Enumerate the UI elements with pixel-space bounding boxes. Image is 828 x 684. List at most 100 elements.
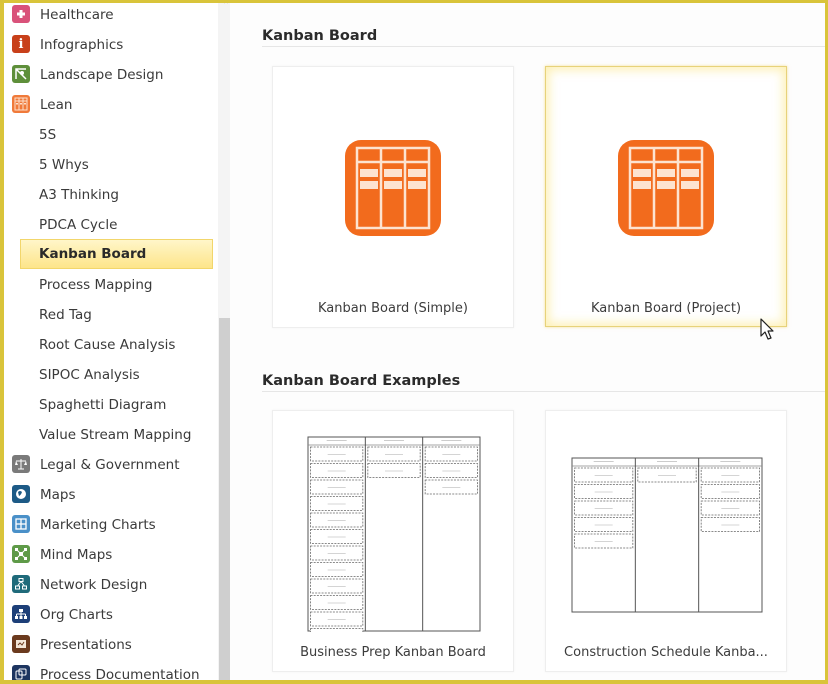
card-caption: Construction Schedule Kanba... — [564, 645, 768, 660]
sidebar-item-kanban-board[interactable]: Kanban Board — [20, 239, 213, 269]
mouse-cursor-icon — [760, 318, 774, 340]
process-documentation-icon — [12, 665, 30, 683]
task-card-label — [327, 503, 346, 505]
sidebar-item-label: A3 Thinking — [39, 187, 119, 203]
task-card-label — [327, 553, 346, 554]
template-category-sidebar: Healthcare i Infographics Landscape Desi… — [4, 0, 230, 684]
sidebar-item-label: Infographics — [40, 37, 124, 53]
task-card-label — [594, 491, 613, 493]
sidebar-item-label: Healthcare — [40, 7, 114, 23]
card-caption: Kanban Board (Simple) — [318, 301, 468, 316]
scroll-up-arrow-icon[interactable]: ⌃ — [218, 0, 230, 14]
task-card-label — [721, 524, 740, 526]
sidebar-item-mind-maps[interactable]: Mind Maps — [4, 540, 214, 570]
card-caption: Business Prep Kanban Board — [300, 645, 486, 660]
template-card-kanban-project[interactable]: Kanban Board (Project) — [545, 66, 787, 327]
column-header-label — [326, 440, 347, 441]
kanban-task-card — [310, 628, 364, 632]
sidebar-item-label: Red Tag — [39, 307, 92, 323]
sidebar-item-label: Process Documentation — [40, 667, 200, 683]
sidebar-item-pdca-cycle[interactable]: PDCA Cycle — [4, 210, 214, 240]
task-card-label — [594, 541, 613, 542]
healthcare-icon — [12, 5, 30, 23]
sidebar-item-label: PDCA Cycle — [39, 217, 118, 233]
sidebar-item-label: Root Cause Analysis — [39, 337, 176, 353]
sidebar-item-maps[interactable]: Maps — [4, 480, 214, 510]
task-card-label — [327, 454, 346, 455]
task-card-label — [385, 470, 403, 472]
org-charts-icon — [12, 605, 30, 623]
landscape-design-icon — [12, 65, 30, 83]
task-card-label — [721, 508, 740, 509]
network-design-icon — [12, 575, 30, 593]
column-header-label — [384, 440, 404, 441]
sidebar-item-marketing-charts[interactable]: Marketing Charts — [4, 510, 214, 540]
task-card-label — [594, 475, 613, 476]
sidebar-item-org-charts[interactable]: Org Charts — [4, 600, 214, 630]
task-card-label — [327, 520, 346, 521]
example-card-business-prep[interactable]: Business Prep Kanban Board — [272, 410, 514, 672]
column-header-label — [657, 461, 677, 462]
sidebar-item-5-whys[interactable]: 5 Whys — [4, 150, 214, 180]
sidebar-item-legal-government[interactable]: Legal & Government — [4, 450, 214, 480]
task-card-label — [721, 475, 740, 476]
maps-icon — [12, 485, 30, 503]
sidebar-item-process-mapping[interactable]: Process Mapping — [4, 270, 214, 300]
sidebar-item-process-documentation[interactable]: Process Documentation — [4, 660, 214, 684]
sidebar-item-label: Value Stream Mapping — [39, 427, 192, 443]
task-card-label — [327, 536, 346, 538]
task-card-label — [327, 602, 346, 604]
sidebar-item-landscape-design[interactable]: Landscape Design — [4, 60, 214, 90]
sidebar-item-label: Marketing Charts — [40, 517, 156, 533]
task-card-label — [594, 524, 613, 526]
sidebar-scrollbar[interactable]: ⌃ — [218, 0, 230, 684]
template-card-kanban-simple[interactable]: Kanban Board (Simple) — [272, 66, 514, 328]
mind-maps-icon — [12, 545, 30, 563]
task-card-label — [327, 487, 346, 488]
sidebar-item-label: Process Mapping — [39, 277, 153, 293]
marketing-charts-icon — [12, 515, 30, 533]
sidebar-item-root-cause-analysis[interactable]: Root Cause Analysis — [4, 330, 214, 360]
sidebar-item-label: SIPOC Analysis — [39, 367, 140, 383]
sidebar-item-label: Network Design — [40, 577, 148, 593]
column-header-label — [593, 461, 614, 462]
sidebar-item-infographics[interactable]: i Infographics — [4, 30, 214, 60]
sidebar-item-network-design[interactable]: Network Design — [4, 570, 214, 600]
sidebar-item-label: Mind Maps — [40, 547, 113, 563]
legal-government-icon — [12, 455, 30, 473]
kanban-board-icon — [345, 140, 441, 236]
sidebar-item-label: Maps — [40, 487, 76, 503]
sidebar-item-sipoc-analysis[interactable]: SIPOC Analysis — [4, 360, 214, 390]
sidebar-item-label: 5 Whys — [39, 157, 89, 173]
task-card-label — [442, 470, 461, 472]
kanban-board-icon — [618, 140, 714, 236]
sidebar-item-red-tag[interactable]: Red Tag — [4, 300, 214, 330]
infographics-icon: i — [12, 35, 30, 53]
sidebar-item-value-stream-mapping[interactable]: Value Stream Mapping — [4, 420, 214, 450]
task-card-label — [442, 454, 461, 455]
scrollbar-thumb[interactable] — [219, 318, 230, 680]
section-title-kanban-examples: Kanban Board Examples — [262, 373, 461, 389]
sidebar-item-label: Presentations — [40, 637, 132, 653]
sidebar-item-label: Landscape Design — [40, 67, 164, 83]
lean-icon — [12, 95, 30, 113]
sidebar-item-healthcare[interactable]: Healthcare — [4, 0, 214, 30]
task-card-label — [327, 569, 346, 571]
sidebar-item-presentations[interactable]: Presentations — [4, 630, 214, 660]
section-divider — [262, 46, 825, 47]
column-header-label — [720, 461, 741, 462]
example-thumbnail — [571, 457, 763, 613]
sidebar-item-label: Legal & Government — [40, 457, 180, 473]
sidebar-item-5s[interactable]: 5S — [4, 120, 214, 150]
sidebar-item-label: Spaghetti Diagram — [39, 397, 167, 413]
template-gallery: Kanban Board Kanban Board (Simple) Kanba… — [230, 0, 825, 684]
sidebar-item-spaghetti-diagram[interactable]: Spaghetti Diagram — [4, 390, 214, 420]
card-caption: Kanban Board (Project) — [590, 301, 742, 316]
example-card-construction-schedule[interactable]: Construction Schedule Kanba... — [545, 410, 787, 672]
task-card-label — [658, 475, 676, 476]
sidebar-item-lean[interactable]: Lean — [4, 90, 214, 120]
section-divider — [262, 391, 825, 392]
task-card-label — [327, 470, 346, 472]
presentations-icon — [12, 635, 30, 653]
sidebar-item-a3-thinking[interactable]: A3 Thinking — [4, 180, 214, 210]
